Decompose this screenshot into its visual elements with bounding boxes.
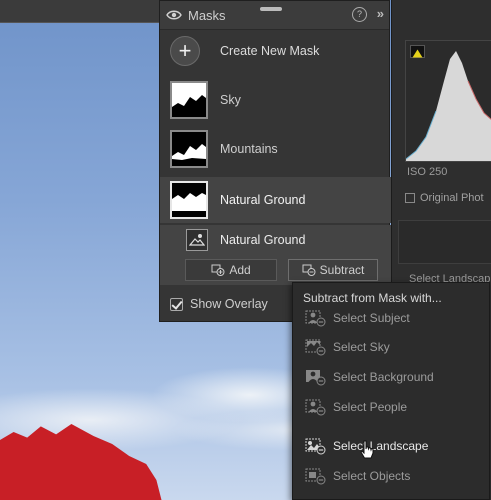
masks-panel-header[interactable]: Masks ? » [160,1,389,30]
background-icon [306,370,326,386]
menu-title: Subtract from Mask with... [303,291,442,305]
masks-panel-title: Masks [188,7,226,23]
menu-item-select-landscape[interactable]: Select Landscape [301,434,481,458]
mouse-cursor-icon [360,440,374,459]
mask-item-sky[interactable]: Sky [160,80,391,120]
menu-item-select-objects[interactable]: Select Objects [301,464,481,488]
mask-thumbnail [170,181,208,219]
landscape-icon [305,438,326,455]
add-subtract-row: Add Subtract [160,255,391,285]
clipping-warning-icon[interactable] [410,45,425,58]
create-new-mask-button[interactable]: + Create New Mask [170,35,319,67]
subtract-menu: Subtract from Mask with... Select Subjec… [292,282,490,500]
subtract-button[interactable]: Subtract [288,259,378,281]
original-photo-checkbox[interactable] [405,193,415,203]
mask-label: Natural Ground [220,193,306,207]
drag-handle[interactable] [260,7,282,11]
subtract-label: Subtract [319,263,365,277]
submask-natural-ground[interactable]: Natural Ground [160,225,391,255]
add-label: Add [229,263,251,277]
mask-thumbnail [170,130,208,168]
plus-icon[interactable]: + [170,36,200,66]
mask-item-natural-ground[interactable]: Natural Ground [160,177,391,223]
add-button[interactable]: Add [185,259,277,281]
menu-item-select-sky[interactable]: Select Sky [301,335,481,359]
masks-panel: Masks ? » + Create New Mask Sky Mountain… [159,0,391,322]
help-icon[interactable]: ? [352,7,367,22]
mask-thumbnail [170,81,208,119]
mask-label: Sky [220,93,241,107]
right-panel-block [398,220,491,264]
create-new-mask-label: Create New Mask [220,44,320,58]
landscape-icon [186,229,208,251]
mask-item-mountains[interactable]: Mountains [160,129,391,169]
menu-item-label: Select People [333,400,408,414]
sky-icon [305,339,326,356]
menu-item-select-people[interactable]: Select People [301,395,481,419]
menu-item-label: Select Background [333,370,434,384]
menu-item-select-background[interactable]: Select Background [301,365,481,389]
menu-item-label: Select Subject [333,311,410,325]
show-overlay-label: Show Overlay [190,297,268,311]
iso-readout: ISO 250 [407,166,448,178]
menu-item-select-subject[interactable]: Select Subject [301,306,481,330]
collapse-icon[interactable]: » [377,6,384,21]
menu-item-label: Select Sky [333,340,390,354]
add-mask-icon [211,264,225,276]
objects-icon [305,468,326,485]
menu-item-label: Select Objects [333,469,411,483]
people-icon [305,399,326,416]
eye-icon[interactable] [166,7,182,23]
top-toolbar [0,0,162,23]
subtract-mask-icon [302,264,316,276]
subject-icon [305,310,326,327]
menu-item-label: Select Landscape [333,439,429,453]
submask-label: Natural Ground [220,233,306,247]
mask-label: Mountains [220,142,278,156]
show-overlay-toggle[interactable]: Show Overlay [170,297,268,311]
original-photo-label: Original Phot [420,192,484,204]
histogram [405,40,491,162]
show-overlay-checkbox[interactable] [170,297,183,311]
original-photo-toggle[interactable]: Original Phot [405,192,484,204]
